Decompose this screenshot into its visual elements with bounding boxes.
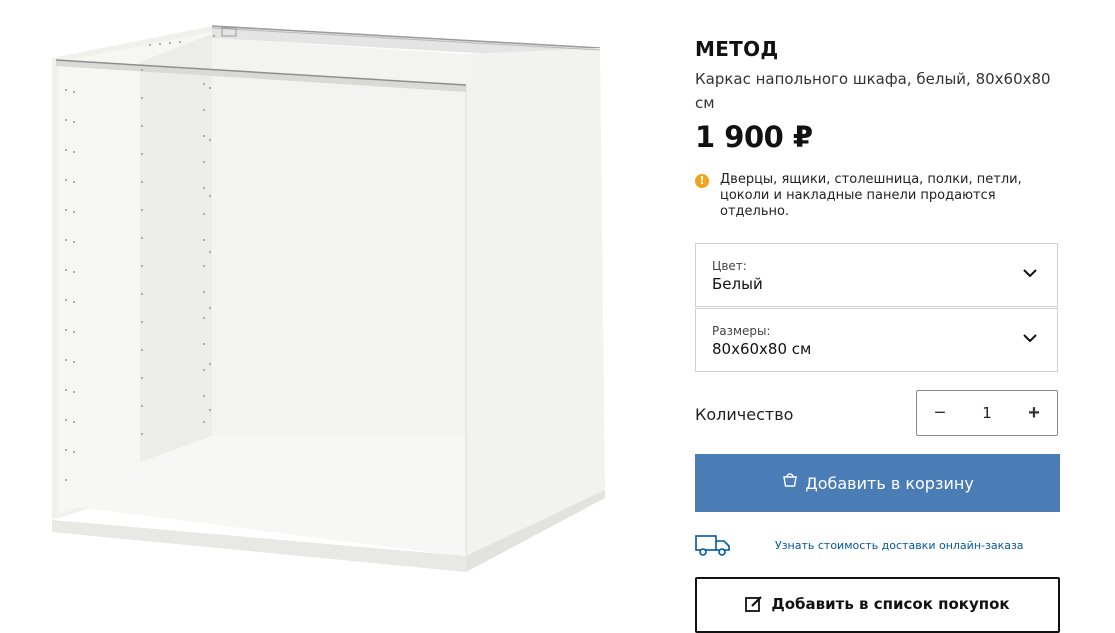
quantity-increase-button[interactable]: + <box>1011 391 1057 435</box>
sold-separately-notice: ! Дверцы, ящики, столешница, полки, петл… <box>695 172 1055 220</box>
add-to-list-button[interactable]: Добавить в список покупок <box>695 577 1060 633</box>
add-to-cart-button[interactable]: Добавить в корзину <box>695 454 1060 512</box>
quantity-input[interactable] <box>963 391 1011 435</box>
product-name: МЕТОД <box>695 37 779 61</box>
delivery-info: Узнать стоимость доставки онлайн-заказа <box>695 530 1060 560</box>
size-select-value: 80x60x80 см <box>712 340 812 358</box>
add-to-list-label: Добавить в список покупок <box>771 595 1010 613</box>
quantity-stepper: − + <box>916 390 1058 436</box>
color-select-value: Белый <box>712 275 763 293</box>
size-select-label: Размеры: <box>712 324 771 338</box>
shopping-bag-icon <box>783 473 798 487</box>
truck-icon <box>695 535 730 556</box>
product-description: Каркас напольного шкафа, белый, 80x60x80… <box>695 70 1051 112</box>
quantity-label: Количество <box>695 405 794 424</box>
edit-list-icon <box>745 596 763 612</box>
notice-text: Дверцы, ящики, столешница, полки, петли,… <box>720 172 1022 219</box>
chevron-down-icon <box>1023 334 1037 343</box>
color-select[interactable]: Цвет: Белый <box>695 243 1058 307</box>
size-select[interactable]: Размеры: 80x60x80 см <box>695 308 1058 372</box>
warning-icon: ! <box>695 174 709 188</box>
quantity-decrease-button[interactable]: − <box>917 391 963 435</box>
add-to-cart-label: Добавить в корзину <box>805 473 974 493</box>
color-select-label: Цвет: <box>712 259 747 273</box>
product-price: 1 900 ₽ <box>695 120 813 154</box>
cabinet-frame-illustration <box>52 25 605 572</box>
product-image[interactable] <box>0 0 660 604</box>
delivery-cost-link[interactable]: Узнать стоимость доставки онлайн-заказа <box>775 539 1024 552</box>
chevron-down-icon <box>1023 269 1037 278</box>
